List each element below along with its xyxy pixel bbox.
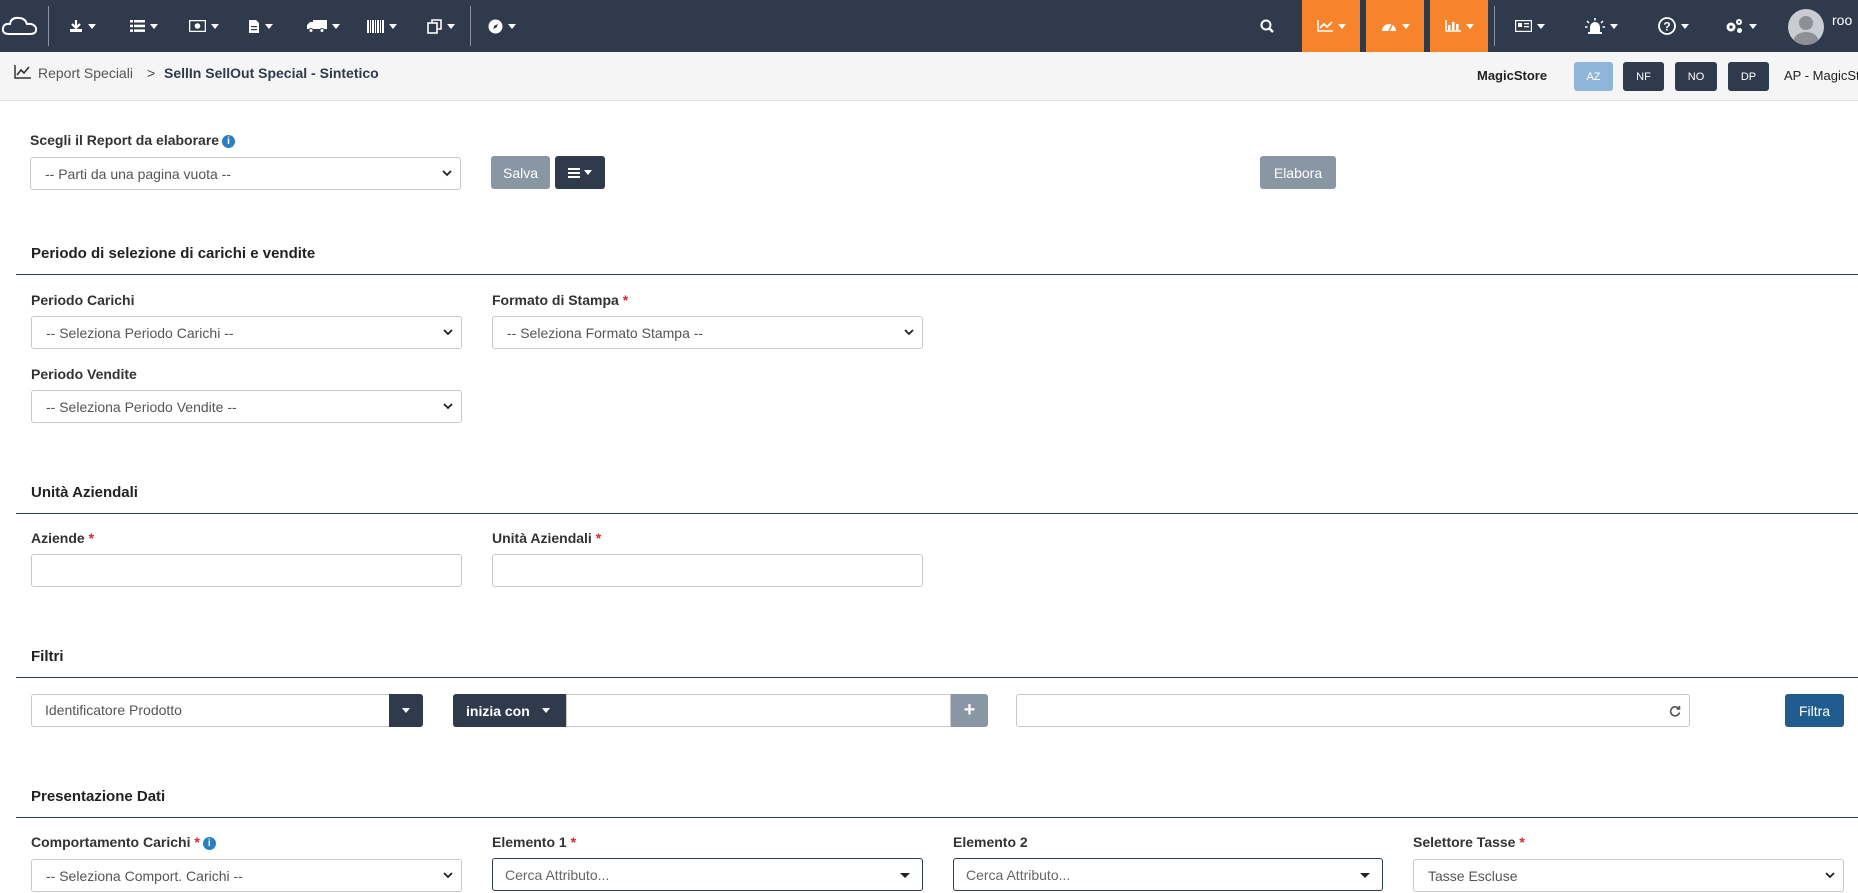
document-menu[interactable] xyxy=(242,0,278,52)
process-button[interactable]: Elabora xyxy=(1260,156,1336,189)
periodo-carichi-select[interactable]: -- Seleziona Periodo Carichi -- xyxy=(31,316,462,349)
filter-summary-input[interactable] xyxy=(1016,694,1690,727)
periodo-carichi-label: Periodo Carichi xyxy=(31,292,135,308)
section-divider xyxy=(16,817,1858,818)
caret-down-icon xyxy=(1360,873,1370,878)
aziende-label: Aziende * xyxy=(31,530,95,546)
settings-menu[interactable] xyxy=(1716,0,1764,52)
info-icon[interactable]: i xyxy=(222,134,236,148)
elemento2-label: Elemento 2 xyxy=(953,834,1028,850)
id-card-icon xyxy=(1515,20,1532,32)
compass-menu[interactable] xyxy=(482,0,522,52)
report-menu-button[interactable] xyxy=(555,156,605,189)
selettore-tasse-select[interactable]: Tasse Escluse xyxy=(1413,859,1844,892)
section-divider xyxy=(16,274,1858,275)
copy-icon xyxy=(427,18,442,34)
list-menu[interactable] xyxy=(124,0,164,52)
formato-stampa-label: Formato di Stampa * xyxy=(492,292,629,308)
filters-section-title: Filtri xyxy=(31,648,64,665)
flag-dp-button[interactable]: DP xyxy=(1728,62,1769,91)
copy-menu[interactable] xyxy=(422,0,460,52)
download-icon xyxy=(69,20,82,32)
barcode-icon xyxy=(367,19,384,33)
hamburger-icon xyxy=(568,167,580,178)
flag-no-button[interactable]: NO xyxy=(1675,62,1717,91)
chevron-down-icon xyxy=(443,872,453,879)
store-name: MagicStore xyxy=(1477,68,1548,83)
elemento2-select[interactable]: Cerca Attributo... xyxy=(953,858,1383,891)
info-icon[interactable]: i xyxy=(202,836,216,850)
refresh-icon xyxy=(1669,706,1681,717)
breadcrumb-parent[interactable]: Report Speciali xyxy=(38,65,133,81)
id-card-menu[interactable] xyxy=(1508,0,1552,52)
truck-icon xyxy=(306,19,327,33)
download-menu[interactable] xyxy=(64,0,100,52)
help-icon: ? xyxy=(1657,17,1676,35)
breadcrumb-separator: > xyxy=(147,65,156,81)
chevron-down-icon xyxy=(442,170,452,177)
flag-nf-button[interactable]: NF xyxy=(1623,62,1664,91)
line-chart-menu[interactable] xyxy=(1302,0,1360,52)
save-button[interactable]: Salva xyxy=(491,156,550,189)
dashboard-menu[interactable] xyxy=(1366,0,1424,52)
line-chart-icon xyxy=(14,65,31,82)
compass-icon xyxy=(488,19,503,33)
search-icon[interactable] xyxy=(1250,0,1284,52)
store-code[interactable]: AP - MagicSt xyxy=(1784,68,1858,83)
barcode-menu[interactable] xyxy=(362,0,402,52)
money-icon xyxy=(189,20,206,32)
list-icon xyxy=(130,20,145,32)
selettore-tasse-label: Selettore Tasse * xyxy=(1413,834,1525,850)
report-select[interactable]: -- Parti da una pagina vuota -- xyxy=(30,157,461,190)
presentation-section-title: Presentazione Dati xyxy=(31,788,166,805)
add-filter-button[interactable]: + xyxy=(951,694,988,727)
periodo-vendite-label: Periodo Vendite xyxy=(31,366,137,382)
truck-menu[interactable] xyxy=(302,0,344,52)
username-label[interactable]: roo xyxy=(1832,12,1852,28)
filter-field-dropdown[interactable] xyxy=(389,694,423,727)
chevron-down-icon xyxy=(1825,872,1835,879)
breadcrumb-bar: Report Speciali > SellIn SellOut Special… xyxy=(0,52,1858,101)
comportamento-carichi-label: Comportamento Carichi * i xyxy=(31,834,216,850)
dashboard-icon xyxy=(1381,23,1396,31)
flag-az-button[interactable]: AZ xyxy=(1574,62,1613,91)
help-menu[interactable]: ? xyxy=(1650,0,1696,52)
money-menu[interactable] xyxy=(184,0,224,52)
filter-operator-button[interactable]: inizia con xyxy=(453,694,566,727)
period-section-title: Periodo di selezione di carichi e vendit… xyxy=(31,245,316,262)
user-avatar-icon[interactable] xyxy=(1788,9,1824,45)
chevron-down-icon xyxy=(904,329,914,336)
cloud-logo-icon[interactable] xyxy=(0,0,40,52)
chevron-down-icon xyxy=(443,329,453,336)
unita-aziendali-label: Unità Aziendali * xyxy=(492,530,602,546)
section-divider xyxy=(16,513,1858,514)
filter-field-select[interactable]: Identificatore Prodotto xyxy=(31,694,423,727)
comportamento-carichi-select[interactable]: -- Seleziona Comport. Carichi -- xyxy=(31,859,462,892)
units-section-title: Unità Aziendali xyxy=(31,484,138,501)
chevron-down-icon xyxy=(443,403,453,410)
page-title: SellIn SellOut Special - Sintetico xyxy=(164,65,379,81)
filter-button[interactable]: Filtra xyxy=(1785,694,1844,727)
section-divider xyxy=(16,677,1858,678)
periodo-vendite-select[interactable]: -- Seleziona Periodo Vendite -- xyxy=(31,390,462,423)
alarm-icon xyxy=(1584,18,1605,34)
unita-aziendali-input[interactable] xyxy=(492,554,923,587)
elemento1-label: Elemento 1 * xyxy=(492,834,577,850)
formato-stampa-select[interactable]: -- Seleziona Formato Stampa -- xyxy=(492,316,923,349)
elemento1-select[interactable]: Cerca Attributo... xyxy=(492,858,923,891)
bar-chart-icon xyxy=(1444,20,1461,32)
line-chart-icon xyxy=(1316,20,1333,32)
caret-down-icon xyxy=(900,873,910,878)
report-label: Scegli il Report da elaborare i xyxy=(30,132,236,148)
document-icon xyxy=(248,19,259,33)
settings-icon xyxy=(1726,19,1742,33)
svg-text:?: ? xyxy=(1663,20,1670,34)
alarm-menu[interactable] xyxy=(1578,0,1624,52)
filter-field-value: Identificatore Prodotto xyxy=(45,702,182,718)
bar-chart-menu[interactable] xyxy=(1430,0,1488,52)
filter-value-input[interactable] xyxy=(566,694,951,727)
top-navbar: ? roo xyxy=(0,0,1858,52)
aziende-input[interactable] xyxy=(31,554,462,587)
